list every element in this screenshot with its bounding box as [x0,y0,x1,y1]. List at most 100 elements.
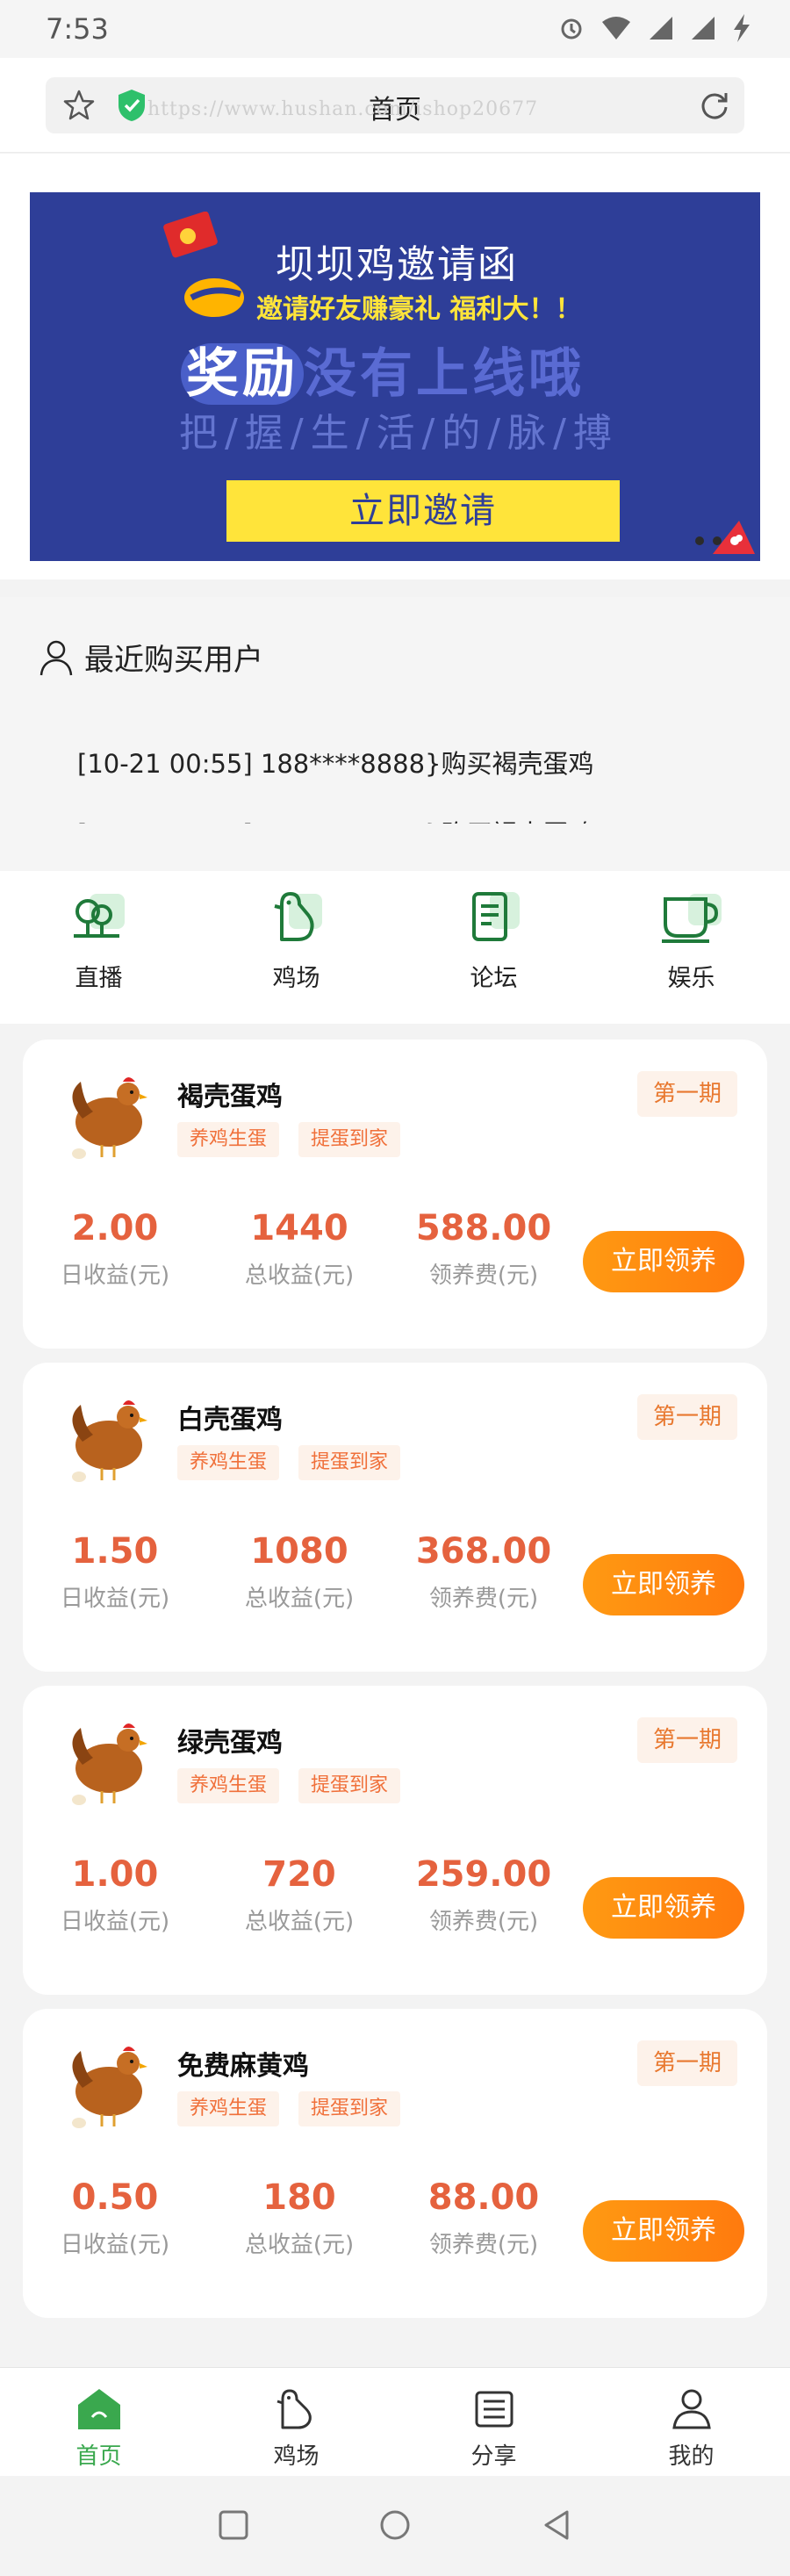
quick-item-farm[interactable]: 鸡场 [198,871,395,1024]
chicken-icon [274,892,322,941]
nav-label: 鸡场 [273,2443,320,2470]
hen-image [72,2047,147,2128]
banner-reward-rest: 没有上线哦 [304,343,585,405]
nav-item-share[interactable]: 分享 [395,2368,592,2476]
product-name: 褐壳蛋鸡 [177,1082,283,1112]
quick-label: 娱乐 [667,965,715,992]
nav-item-mine[interactable]: 我的 [592,2368,790,2476]
firework-icon [713,521,755,554]
home-icon [77,2389,120,2429]
total-income-label: 总收益(元) [244,2232,355,2258]
adoption-fee-value: 588.00 [415,1208,552,1248]
total-income-value: 180 [262,2177,336,2218]
status-icons [558,14,751,42]
recents-button-icon[interactable] [216,2508,251,2543]
product-name: 绿壳蛋鸡 [177,1728,283,1759]
product-tag: 提蛋到家 [298,2091,401,2126]
invite-banner[interactable]: 坝坝鸡邀请函 邀请好友赚豪礼 福利大！！ 奖励 没有上线哦 把/握/生/活/的/脉… [30,192,760,561]
product-name: 免费麻黄鸡 [177,2051,309,2082]
reload-icon[interactable] [697,88,732,123]
signal-icon [692,17,715,40]
status-bar: 7:53 [0,0,790,58]
product-card[interactable]: 白壳蛋鸡 养鸡生蛋 提蛋到家 第一期 1.50 日收益(元) 1080 总收益(元)… [23,1363,767,1672]
adopt-now-button[interactable]: 立即领养 [583,1877,744,1939]
daily-income-value: 0.50 [71,2177,159,2218]
period-badge: 第一期 [636,1394,737,1440]
product-tag: 提蛋到家 [298,1445,401,1480]
adopt-now-button[interactable]: 立即领养 [583,1554,744,1615]
share-list-icon [475,2391,513,2428]
user-icon [672,2389,711,2429]
daily-income-label: 日收益(元) [60,1909,170,1935]
total-income-value: 1440 [250,1208,348,1248]
adoption-fee-label: 领养费(元) [428,1586,539,1612]
period-badge: 第一期 [636,2040,737,2086]
product-tag: 养鸡生蛋 [177,1445,280,1480]
product-tag: 养鸡生蛋 [177,2091,280,2126]
banner-dot-active[interactable] [730,536,739,545]
daily-income-value: 1.50 [71,1531,159,1572]
chicken-icon [276,2389,312,2429]
nav-label: 我的 [668,2443,715,2470]
url-watermark: https://www.hushan.com/ishop20677 [147,98,539,120]
recent-buyers-section: 最近购买用户 [10-21 00:55] 188****8888}购买褐壳蛋鸡 … [0,597,790,871]
product-tag: 养鸡生蛋 [177,1122,280,1157]
invite-now-button[interactable]: 立即邀请 [226,480,620,542]
product-name: 白壳蛋鸡 [177,1405,283,1436]
quick-label: 论坛 [470,965,518,992]
nav-label: 首页 [75,2443,122,2470]
product-card[interactable]: 免费麻黄鸡 养鸡生蛋 提蛋到家 第一期 0.50 日收益(元) 180 总收益(元)… [23,2009,767,2318]
browser-bar: 首页 https://www.hushan.com/ishop20677 [0,58,790,153]
period-badge: 第一期 [636,1071,737,1117]
nav-label: 分享 [470,2443,517,2470]
daily-income: 0.50 日收益(元) [32,2177,198,2259]
product-card[interactable]: 褐壳蛋鸡 养鸡生蛋 提蛋到家 第一期 2.00 日收益(元) 1440 总收益(元)… [23,1040,767,1349]
daily-income-label: 日收益(元) [60,1586,170,1612]
banner-dot[interactable] [713,536,722,545]
system-nav-bar [0,2476,790,2576]
home-button-icon[interactable] [377,2508,413,2543]
recent-buyers-title: 最近购买用户 [84,643,263,678]
banner-slogan: 把/握/生/活/的/脉/搏 [179,411,619,456]
adopt-now-button[interactable]: 立即领养 [583,2200,744,2262]
quick-label: 直播 [75,965,123,992]
charging-icon [734,14,750,42]
nav-item-home[interactable]: 首页 [0,2368,198,2476]
buyer-row: [10-21 00:55] 188****8888}购买褐壳蛋鸡 [77,799,744,824]
total-income: 1440 总收益(元) [216,1208,383,1290]
hen-image [72,1400,147,1482]
product-card[interactable]: 绿壳蛋鸡 养鸡生蛋 提蛋到家 第一期 1.00 日收益(元) 720 总收益(元) … [23,1686,767,1995]
hen-image [72,1077,147,1159]
total-income-label: 总收益(元) [244,1263,355,1289]
nav-item-farm[interactable]: 鸡场 [198,2368,395,2476]
total-income-value: 720 [262,1854,336,1895]
gold-coin-icon [184,278,244,317]
banner-dot[interactable] [695,536,704,545]
back-button-icon[interactable] [539,2508,574,2543]
total-income: 180 总收益(元) [216,2177,383,2259]
daily-income: 1.00 日收益(元) [32,1854,198,1936]
user-icon [40,640,73,675]
quick-item-forum[interactable]: 论坛 [395,871,592,1024]
signal-icon [650,17,672,40]
adoption-fee: 368.00 领养费(元) [400,1531,567,1613]
total-income-value: 1080 [250,1531,348,1572]
quick-menu: 直播 鸡场 论坛 娱乐 [0,871,790,1024]
adoption-fee-label: 领养费(元) [428,1909,539,1935]
banner-pagination [695,536,739,545]
adoption-fee: 259.00 领养费(元) [400,1854,567,1936]
daily-income-value: 2.00 [71,1208,159,1248]
wifi-icon [602,17,630,40]
quick-item-fun[interactable]: 娱乐 [592,871,790,1024]
red-envelope-icon [163,212,218,258]
quick-item-live[interactable]: 直播 [0,871,198,1024]
recent-buyers-header: 最近购买用户 [39,636,263,679]
adoption-fee-value: 88.00 [427,2177,540,2218]
total-income: 720 总收益(元) [216,1854,383,1936]
period-badge: 第一期 [636,1717,737,1763]
daily-income-label: 日收益(元) [60,1263,170,1289]
adopt-now-button[interactable]: 立即领养 [583,1231,744,1292]
product-tag: 提蛋到家 [298,1768,401,1803]
total-income-label: 总收益(元) [244,1586,355,1612]
buyer-row: [10-21 00:55] 188****8888}购买褐壳蛋鸡 [77,749,594,779]
